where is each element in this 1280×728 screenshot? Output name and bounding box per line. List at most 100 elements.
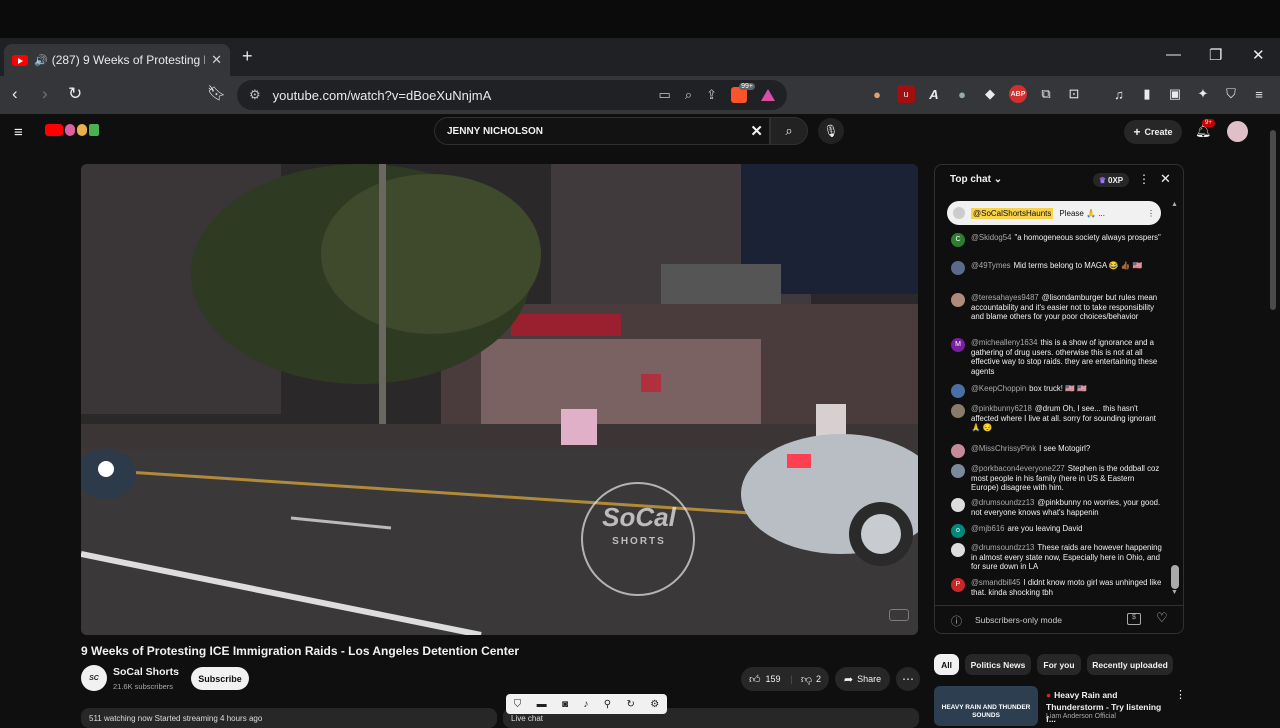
new-tab-button[interactable]: + bbox=[242, 46, 253, 67]
channel-name[interactable]: SoCal Shorts bbox=[113, 666, 179, 678]
chat-message[interactable]: @drumsoundzz13 These raids are however ha… bbox=[951, 543, 1163, 572]
youtube-doodle-logo[interactable] bbox=[45, 124, 99, 136]
ublock-icon[interactable]: u bbox=[897, 85, 915, 103]
chat-message[interactable]: @49Tymes Mid terms belong to MAGA 😂 👍🏾 🇺🇸 bbox=[951, 261, 1163, 275]
forward-icon[interactable]: › bbox=[42, 84, 48, 104]
screenshot-icon[interactable]: ⊡ bbox=[1065, 85, 1083, 103]
recommendation-more-icon[interactable]: ⋮ bbox=[1175, 688, 1186, 701]
super-chat-icon[interactable]: $ bbox=[1127, 613, 1141, 625]
create-button[interactable]: + Create bbox=[1124, 120, 1182, 144]
search-input[interactable]: JENNY NICHOLSON ✕ bbox=[434, 117, 770, 145]
extension-diamond-icon[interactable]: ◆ bbox=[981, 85, 999, 103]
menu-icon[interactable]: ≡ bbox=[1250, 85, 1268, 103]
chat-avatar[interactable] bbox=[951, 543, 965, 557]
clear-search-icon[interactable]: ✕ bbox=[750, 122, 763, 140]
reload-icon[interactable]: ↻ bbox=[68, 84, 82, 104]
chat-avatar[interactable] bbox=[951, 404, 965, 418]
channel-avatar[interactable]: SC bbox=[81, 665, 107, 691]
vpn-icon[interactable]: ⛉ bbox=[1222, 85, 1240, 103]
browser-tab[interactable]: 🔊 (287) 9 Weeks of Protesting K ✕ bbox=[4, 44, 230, 76]
volume-icon[interactable]: ♪ bbox=[583, 699, 588, 710]
chat-mode-dropdown[interactable]: Top chat ⌄ bbox=[950, 174, 1002, 185]
extensions-puzzle-icon[interactable]: ⧉ bbox=[1037, 85, 1055, 103]
chat-username[interactable]: @smandbill45 bbox=[971, 578, 1021, 587]
chat-username[interactable]: @Skidog54 bbox=[971, 233, 1011, 242]
description-box[interactable]: 511 watching now Started streaming 4 hou… bbox=[81, 708, 497, 728]
chat-avatar[interactable]: o bbox=[951, 524, 965, 538]
site-settings-icon[interactable]: ⚙ bbox=[249, 87, 261, 103]
shield-icon[interactable]: ⛉ bbox=[514, 699, 522, 710]
like-icon[interactable]: 👍︎ bbox=[749, 673, 761, 686]
subscribe-button[interactable]: Subscribe bbox=[191, 667, 249, 690]
adblock-icon[interactable]: ABP bbox=[1009, 85, 1027, 103]
chat-message[interactable]: P @smandbill45 I didnt know moto girl was … bbox=[951, 578, 1163, 597]
chat-scrollbar[interactable] bbox=[1171, 565, 1179, 589]
chat-avatar[interactable]: P bbox=[951, 578, 965, 592]
more-actions-icon[interactable]: ⋯ bbox=[896, 667, 920, 691]
chat-username[interactable]: @drumsoundzz13 bbox=[971, 543, 1034, 552]
pin-icon[interactable]: ⚲ bbox=[604, 699, 611, 710]
clapper-icon[interactable]: ▬ bbox=[537, 699, 547, 710]
maximize-icon[interactable]: ❐ bbox=[1209, 46, 1222, 64]
settings-icon[interactable]: ⚙ bbox=[650, 699, 659, 710]
chat-avatar[interactable] bbox=[951, 261, 965, 275]
dislike-count[interactable]: 2 bbox=[816, 674, 821, 684]
chat-message[interactable]: @KeepChoppin box truck! 🇺🇸 🇺🇸 bbox=[951, 384, 1163, 398]
share-icon[interactable]: ⇪ bbox=[706, 87, 717, 103]
brave-shields-icon[interactable]: 99+ bbox=[731, 83, 755, 103]
extension-ak-icon[interactable]: A bbox=[925, 85, 943, 103]
camera-icon[interactable]: ◙ bbox=[562, 699, 568, 710]
url-bar[interactable]: ⚙ youtube.com/watch?v=dBoeXuNnjmA ▭ ⌕ ⇪ … bbox=[237, 80, 787, 110]
xp-badge[interactable]: ♛ 0XP bbox=[1093, 173, 1129, 187]
chip-for-you[interactable]: For you bbox=[1037, 654, 1081, 675]
chat-message[interactable]: o @mjb616 are you leaving David bbox=[951, 524, 1163, 538]
chat-username[interactable]: @pinkbunny6218 bbox=[971, 404, 1032, 413]
chat-avatar[interactable] bbox=[951, 444, 965, 458]
chat-username[interactable]: @KeepChoppin bbox=[971, 384, 1026, 393]
bookmark-icon[interactable]: 🔖︎ bbox=[207, 84, 226, 102]
zoom-icon[interactable]: ⌕ bbox=[685, 87, 692, 103]
guide-menu-icon[interactable]: ≡ bbox=[14, 124, 23, 141]
voice-search-button[interactable]: 🎙︎ bbox=[818, 118, 844, 144]
pinned-more-icon[interactable]: ⋮ bbox=[1147, 209, 1155, 218]
chat-message[interactable]: @pinkbunny6218 @drum Oh, I see... this ha… bbox=[951, 404, 1163, 433]
sidebar-icon[interactable]: ▮ bbox=[1138, 85, 1156, 103]
scroll-down-icon[interactable]: ▼ bbox=[1171, 589, 1178, 596]
minimize-icon[interactable]: — bbox=[1166, 46, 1181, 63]
chat-avatar[interactable] bbox=[951, 498, 965, 512]
page-scrollbar[interactable] bbox=[1270, 130, 1276, 310]
chip-politics-news[interactable]: Politics News bbox=[965, 654, 1031, 675]
loop-icon[interactable]: ↻ bbox=[627, 699, 635, 710]
share-button[interactable]: ➦ Share bbox=[835, 667, 890, 691]
pinned-message[interactable]: @SoCalShortsHaunts Please 🙏 ... ⋮ bbox=[947, 201, 1161, 225]
chat-message[interactable]: @porkbacon4everyone227 Stephen is the odd… bbox=[951, 464, 1163, 493]
chat-username[interactable]: @michealleny1634 bbox=[971, 338, 1037, 347]
chat-username[interactable]: @49Tymes bbox=[971, 261, 1011, 270]
chat-username[interactable]: @drumsoundzz13 bbox=[971, 498, 1034, 507]
chip-recently-uploaded[interactable]: Recently uploaded bbox=[1087, 654, 1173, 675]
chat-username[interactable]: @mjb616 bbox=[971, 524, 1005, 533]
speaker-icon[interactable]: 🔊 bbox=[34, 54, 48, 67]
chat-username[interactable]: @MissChrissyPink bbox=[971, 444, 1036, 453]
chat-avatar[interactable]: M bbox=[951, 338, 965, 352]
chat-avatar[interactable]: C bbox=[951, 233, 965, 247]
extension-icon[interactable]: ● bbox=[868, 85, 886, 103]
dislike-icon[interactable]: 👎︎ bbox=[801, 673, 812, 686]
leo-ai-icon[interactable]: ✦ bbox=[1194, 85, 1212, 103]
chat-avatar[interactable] bbox=[951, 384, 965, 398]
close-tab-icon[interactable]: ✕ bbox=[211, 52, 222, 68]
heart-icon[interactable]: ♡ bbox=[1156, 610, 1168, 626]
chip-all[interactable]: All bbox=[934, 654, 959, 675]
chat-message[interactable]: C @Skidog54 "a homogeneous society always … bbox=[951, 233, 1163, 247]
chat-more-icon[interactable]: ⋮ bbox=[1138, 172, 1150, 186]
chat-username[interactable]: @teresahayes9487 bbox=[971, 293, 1039, 302]
chat-message[interactable]: @teresahayes9487 @lisondamburger but rule… bbox=[951, 293, 1163, 322]
video-player[interactable]: SoCal SHORTS bbox=[81, 164, 918, 635]
brave-rewards-icon[interactable] bbox=[761, 89, 775, 101]
close-window-icon[interactable]: ✕ bbox=[1252, 46, 1265, 64]
avatar[interactable] bbox=[1227, 121, 1248, 142]
close-chat-icon[interactable]: ✕ bbox=[1160, 171, 1171, 187]
chat-avatar[interactable] bbox=[951, 293, 965, 307]
chat-message[interactable]: @drumsoundzz13 @pinkbunny no worries, you… bbox=[951, 498, 1163, 517]
media-icon[interactable]: ♫ bbox=[1110, 85, 1128, 103]
